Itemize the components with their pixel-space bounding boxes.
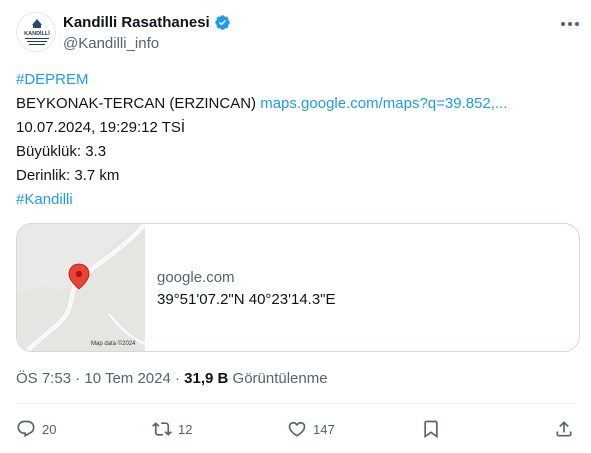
reply-count: 20 — [42, 421, 57, 437]
repost-button[interactable]: 12 — [152, 415, 192, 443]
post-timestamp[interactable]: ÖS 7:53 · 10 Tem 2024 · — [16, 370, 184, 387]
bookmark-button[interactable] — [421, 415, 441, 443]
like-count: 147 — [313, 421, 335, 437]
post-meta: ÖS 7:53 · 10 Tem 2024 · 31,9 B Görüntüle… — [16, 370, 328, 387]
depth-text: Derinlik: 3.7 km — [16, 167, 120, 184]
like-icon — [288, 421, 306, 437]
map-link[interactable]: maps.google.com/maps?q=39.852,... — [260, 95, 507, 112]
bookmark-icon — [424, 420, 438, 439]
avatar[interactable]: KANDİLLİ — [16, 12, 56, 52]
hashtag-kandilli[interactable]: #Kandilli — [16, 191, 73, 208]
action-bar: 20 12 147 — [16, 415, 576, 443]
more-options-icon[interactable] — [558, 14, 582, 34]
card-domain: google.com — [157, 269, 235, 286]
map-thumbnail: Map data ©2024 — [17, 224, 145, 351]
location-text: BEYKONAK-TERCAN (ERZINCAN) — [16, 95, 257, 112]
author-display-name[interactable]: Kandilli Rasathanesi — [63, 14, 210, 31]
like-button[interactable]: 147 — [287, 415, 335, 443]
author-handle[interactable]: @Kandilli_info — [63, 35, 159, 52]
share-button[interactable] — [554, 415, 574, 443]
post-text: #DEPREM BEYKONAK-TERCAN (ERZINCAN) maps.… — [16, 68, 576, 212]
author-name-row: Kandilli Rasathanesi — [63, 14, 231, 31]
views-count[interactable]: 31,9 B — [184, 370, 228, 387]
datetime-text: 10.07.2024, 19:29:12 TSİ — [16, 119, 186, 136]
reply-icon — [17, 420, 35, 438]
magnitude-text: Büyüklük: 3.3 — [16, 143, 107, 160]
repost-icon — [152, 422, 172, 436]
reply-button[interactable]: 20 — [16, 415, 56, 443]
card-coordinates: 39°51'07.2"N 40°23'14.3"E — [157, 291, 336, 308]
avatar-logo-text: KANDİLLİ — [24, 30, 50, 37]
share-icon — [556, 421, 572, 437]
post-header: KANDİLLİ Kandilli Rasathanesi @Kandilli_… — [16, 12, 582, 56]
map-credit: Map data ©2024 — [91, 341, 136, 347]
divider — [16, 403, 576, 404]
views-label: Görüntülenme — [228, 370, 328, 387]
link-card[interactable]: Map data ©2024 google.com 39°51'07.2"N 4… — [16, 223, 580, 352]
verified-badge-icon — [214, 15, 230, 30]
hashtag-deprem[interactable]: #DEPREM — [16, 71, 89, 88]
repost-count: 12 — [178, 421, 193, 437]
